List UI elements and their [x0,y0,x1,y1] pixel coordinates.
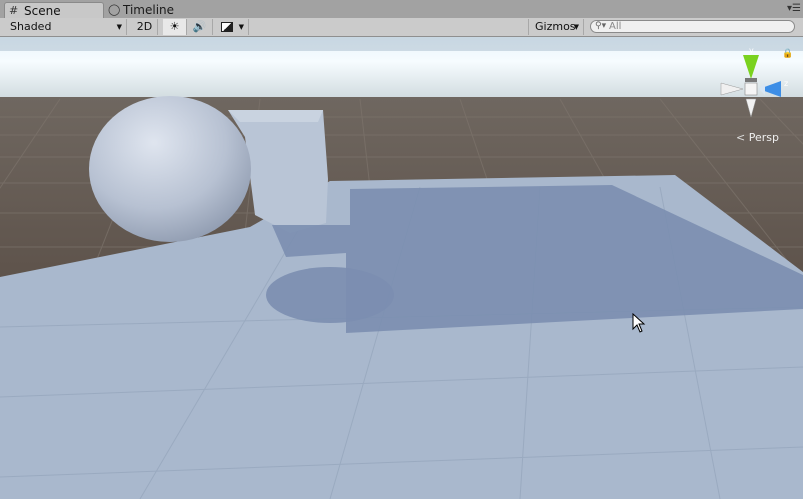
search-icon: ⚲▾ [595,21,607,31]
sphere [89,96,251,242]
draw-mode-dropdown[interactable]: Shaded ▼ [0,19,127,35]
search-input[interactable]: ⚲▾ All [590,20,795,33]
lock-icon[interactable]: 🔒 [782,49,793,59]
scene-grid-icon: # [9,4,19,17]
audio-toggle[interactable]: 🔊 [187,19,213,35]
draw-mode-label: Shaded [10,20,52,33]
effects-dropdown[interactable]: ▼ [213,19,249,35]
projection-toggle[interactable]: < Persp [736,131,779,144]
timeline-icon: ◯ [108,3,121,16]
mode-2d-label: 2D [136,20,153,33]
lighting-toggle[interactable]: ☀ [163,19,187,35]
sky-band [0,37,803,51]
tab-scene-label: Scene [24,4,61,18]
mouse-cursor-icon [632,313,646,333]
search-placeholder: All [609,21,622,32]
persp-chevron-icon: < [736,131,746,144]
gizmos-label: Gizmos [535,20,576,33]
scene-viewport[interactable]: y z < Persp 🔒 [0,37,803,499]
scene-toolbar: Shaded ▼ 2D ☀ 🔊 ▼ Gizmos ▼ ⚲▾ All [0,18,803,37]
tab-timeline-label: Timeline [123,3,175,17]
window-menu-icon[interactable]: ▾☰ [787,3,801,14]
gizmos-dropdown[interactable]: Gizmos ▼ [528,19,584,35]
axis-y-label: y [749,46,754,55]
axis-z-label: z [784,79,788,88]
speaker-icon: 🔊 [192,20,207,33]
gizmo-up-face [745,78,757,82]
tab-timeline[interactable]: ◯ Timeline [104,2,180,18]
sphere-shadow [266,267,394,323]
chevron-down-icon: ▼ [238,23,244,31]
sun-icon: ☀ [169,20,180,33]
mode-2d-toggle[interactable]: 2D [132,19,158,35]
projection-label: Persp [748,131,779,144]
cube-top [228,110,323,122]
tab-bar: # Scene ◯ Timeline ▾☰ [0,0,803,19]
gizmo-center-cube[interactable] [744,82,758,96]
tab-scene[interactable]: # Scene [4,2,104,19]
chevron-down-icon: ▼ [116,23,122,31]
image-icon [221,22,233,32]
scene-canvas[interactable]: y z [0,37,803,499]
chevron-down-icon: ▼ [573,23,579,31]
